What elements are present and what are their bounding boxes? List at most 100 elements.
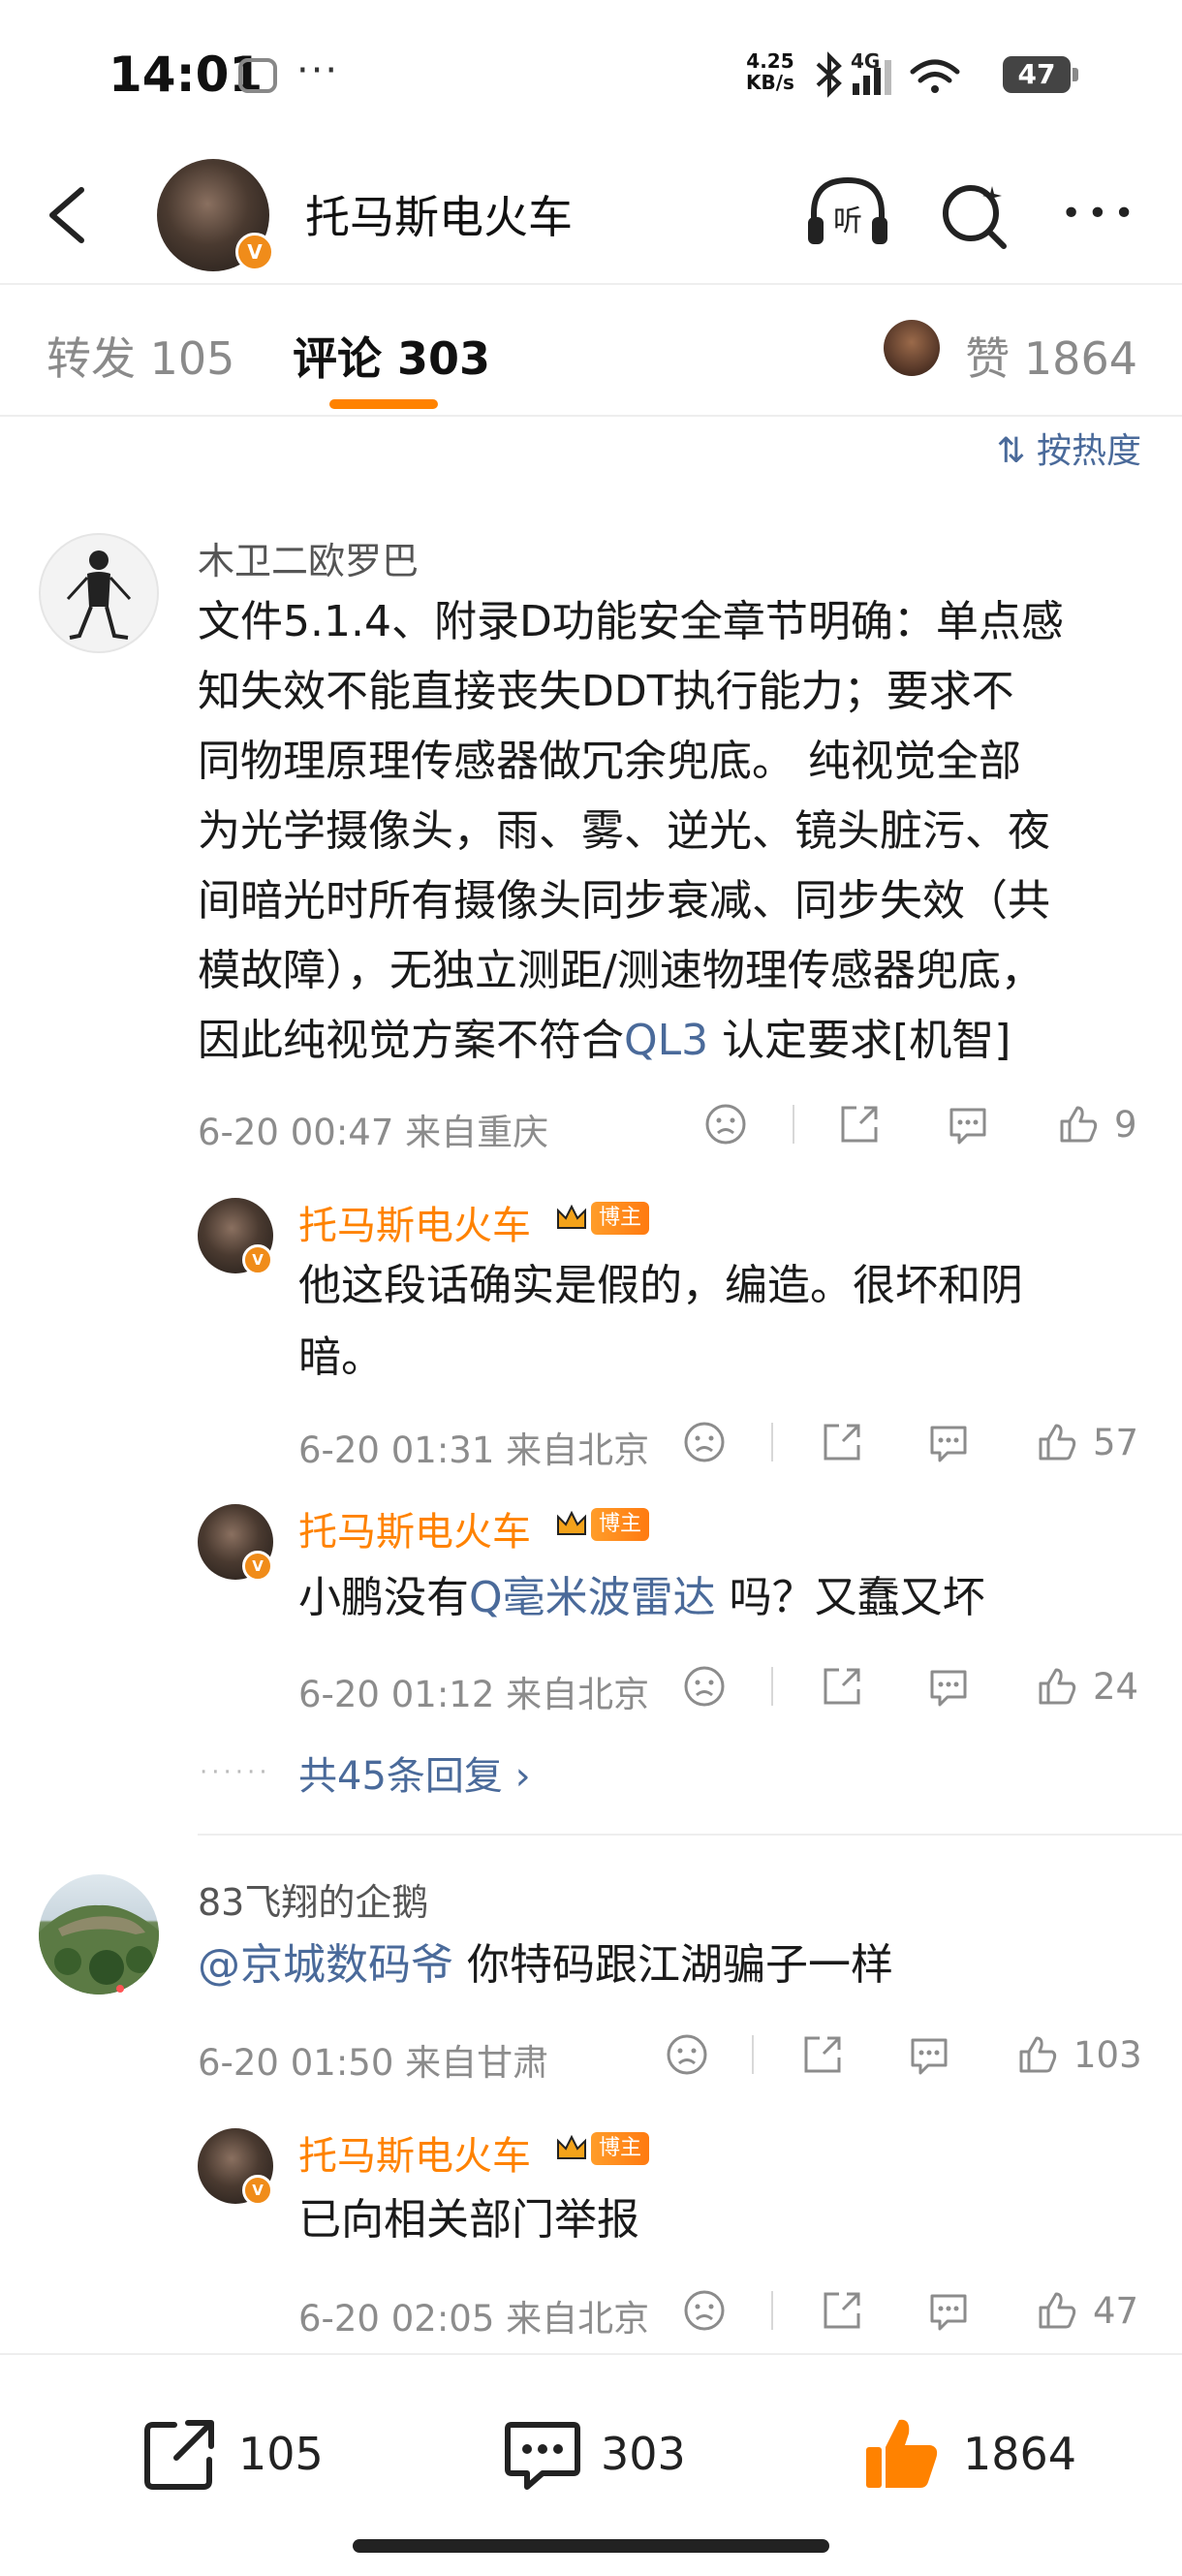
like-button[interactable]: 9 <box>1056 1099 1137 1149</box>
dislike-button[interactable] <box>682 1417 727 1467</box>
commenter-name[interactable]: 木卫二欧罗巴 <box>198 531 419 584</box>
repost-action[interactable]: 105 <box>141 2415 324 2493</box>
commenter-avatar[interactable] <box>39 533 159 653</box>
dislike-button[interactable] <box>682 1661 727 1712</box>
reply-text: 已向相关部门举报 <box>298 2195 639 2245</box>
thumbs-up-icon <box>1019 2036 1057 2073</box>
commenter-avatar[interactable] <box>39 1874 159 1995</box>
dislike-face-icon <box>705 1104 746 1145</box>
reply-button[interactable] <box>907 2029 951 2080</box>
mention-link[interactable]: @京城数码爷 <box>198 1940 453 1990</box>
repost-share-icon <box>144 2420 214 2490</box>
more-options-icon[interactable]: ••• <box>1061 197 1140 232</box>
app-notification-icon <box>238 58 277 93</box>
comment-icon <box>930 1426 967 1462</box>
bottom-action-bar: 105 303 1864 <box>0 2353 1182 2576</box>
comment-divider <box>198 1834 1182 1836</box>
reply-meta: 6-20 02:05 来自北京 <box>298 2298 650 2340</box>
share-button[interactable] <box>820 2285 864 2336</box>
share-button[interactable] <box>837 1099 882 1149</box>
sketch-figure-icon <box>66 550 132 640</box>
tab-like[interactable]: 赞 1864 <box>965 324 1137 388</box>
like-button[interactable]: 24 <box>1035 1661 1138 1712</box>
comment-icon <box>930 1670 967 1707</box>
like-action[interactable]: 1864 <box>860 2415 1076 2493</box>
thumbs-up-icon <box>1039 2292 1076 2329</box>
dislike-button[interactable] <box>682 2285 727 2336</box>
share-icon <box>824 1424 860 1461</box>
reply-button[interactable] <box>926 1661 971 1712</box>
back-icon[interactable] <box>39 184 97 246</box>
search-icon[interactable] <box>938 178 1011 252</box>
share-icon <box>841 1106 878 1143</box>
reply-username[interactable]: 托马斯电火车 <box>298 1500 531 1556</box>
like-count: 57 <box>1093 1421 1139 1463</box>
share-button[interactable] <box>820 1417 864 1467</box>
like-count: 9 <box>1114 1103 1137 1146</box>
tab-comment[interactable]: 评论 303 <box>293 324 490 388</box>
reply-button[interactable] <box>926 2285 971 2336</box>
topic-link[interactable]: Q毫米波雷达 <box>469 1573 716 1622</box>
chevron-right-icon: › <box>514 1754 531 1799</box>
author-badge: 博主 <box>554 1506 650 1543</box>
crown-icon <box>557 2134 586 2159</box>
like-count: 103 <box>1073 2033 1142 2076</box>
more-replies-leader: ······ <box>200 1758 271 1787</box>
comment-meta: 6-20 00:47 来自重庆 <box>198 1112 549 1153</box>
action-separator <box>793 1105 794 1144</box>
online-dot <box>116 1985 124 1993</box>
dislike-button[interactable] <box>703 1099 748 1149</box>
dislike-button[interactable] <box>665 2029 709 2080</box>
action-separator <box>771 2291 773 2330</box>
share-icon <box>824 2292 860 2329</box>
comment-icon <box>911 2038 948 2075</box>
more-replies-link[interactable]: 共45条回复 › <box>298 1744 531 1801</box>
crown-icon <box>557 1510 586 1535</box>
reply-button[interactable] <box>946 1099 990 1149</box>
share-icon <box>804 2036 841 2073</box>
sort-icon: ⇅ <box>996 431 1026 471</box>
post-header: V 托马斯电火车 听 ••• <box>0 145 1182 281</box>
verified-badge-icon: V <box>242 1551 273 1582</box>
comment-text: @京城数码爷 你特码跟江湖骗子一样 <box>198 1940 893 1990</box>
verified-badge-icon: V <box>235 233 274 271</box>
reply-username[interactable]: 托马斯电火车 <box>298 1194 531 1250</box>
search-link-icon: Q <box>469 1573 503 1622</box>
share-button[interactable] <box>820 1661 864 1712</box>
like-count: 24 <box>1093 1665 1139 1708</box>
dislike-face-icon <box>667 2034 707 2075</box>
thumbs-up-icon <box>1039 1424 1076 1461</box>
like-button[interactable]: 57 <box>1035 1417 1138 1467</box>
sort-selector[interactable]: ⇅ 按热度 <box>996 423 1141 473</box>
author-badge: 博主 <box>554 2130 650 2167</box>
comment-meta: 6-20 01:50 来自甘肃 <box>198 2042 549 2084</box>
crown-icon <box>557 1204 586 1229</box>
share-button[interactable] <box>800 2029 845 2080</box>
liker-avatar[interactable] <box>884 320 940 376</box>
tabs-divider <box>0 415 1182 417</box>
header-divider <box>0 283 1182 285</box>
tab-repost[interactable]: 转发 105 <box>47 324 234 388</box>
reply-username[interactable]: 托马斯电火车 <box>298 2124 531 2181</box>
status-bar: 14:01 ··· 4.25 KB/s 4G 47 <box>0 0 1182 145</box>
reply-text: 小鹏没有Q毫米波雷达 吗？又蠢又坏 <box>298 1573 985 1622</box>
commenter-name[interactable]: 83飞翔的企鹅 <box>198 1872 428 1926</box>
comment-text: 文件5.1.4、附录D功能安全章节明确：单点感 知失效不能直接丧失DDT执行能力… <box>198 597 1064 1065</box>
dislike-face-icon <box>684 2290 725 2331</box>
post-tabs: 转发 105 评论 303 赞 1864 <box>0 287 1182 415</box>
topic-link[interactable]: QL3 <box>624 1016 708 1065</box>
reply-button[interactable] <box>926 1417 971 1467</box>
comment-action[interactable]: 303 <box>504 2415 686 2493</box>
thumbs-up-icon <box>1039 1668 1076 1705</box>
action-separator <box>771 1423 773 1461</box>
action-separator <box>771 1667 773 1706</box>
author-name[interactable]: 托马斯电火车 <box>305 182 573 246</box>
search-link-icon: Q <box>624 1016 658 1065</box>
like-button[interactable]: 47 <box>1035 2285 1138 2336</box>
like-button[interactable]: 103 <box>1015 2029 1142 2080</box>
listen-headphones-icon[interactable]: 听 <box>804 174 891 252</box>
battery-icon: 47 <box>1003 56 1078 93</box>
reply-meta: 6-20 01:12 来自北京 <box>298 1674 650 1715</box>
repost-count: 105 <box>238 2428 324 2480</box>
like-count-total: 1864 <box>963 2428 1077 2480</box>
